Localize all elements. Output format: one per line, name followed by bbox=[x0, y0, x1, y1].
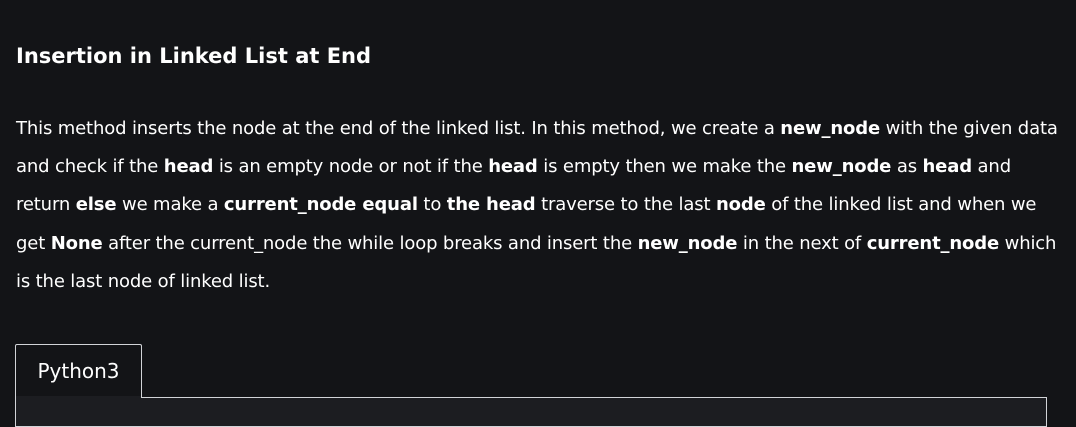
bold-term: head bbox=[488, 156, 538, 178]
bold-term: else bbox=[75, 194, 117, 216]
bold-term: head bbox=[163, 156, 214, 178]
text-run: traverse to the last bbox=[535, 194, 716, 216]
bold-term: node bbox=[715, 194, 766, 216]
bold-term: new_node bbox=[780, 118, 881, 139]
text-run: after the current_node the while loop br… bbox=[102, 232, 638, 254]
bold-term: current_node equal bbox=[223, 194, 418, 216]
bold-term: new_node bbox=[637, 232, 738, 254]
text-run: in the next of bbox=[737, 232, 867, 254]
tab-python3[interactable]: Python3 bbox=[15, 344, 142, 397]
code-block bbox=[15, 397, 1047, 427]
bold-term: current_node bbox=[866, 232, 1000, 254]
text-run: is empty then we make the bbox=[537, 156, 792, 178]
bold-term: head bbox=[922, 156, 973, 178]
text-run: as bbox=[891, 156, 923, 178]
text-run: to bbox=[417, 194, 447, 216]
active-tab-joint bbox=[16, 396, 141, 399]
text-run: we make a bbox=[116, 194, 224, 216]
text-run: This method inserts the node at the end … bbox=[16, 118, 781, 139]
bold-term: new_node bbox=[791, 156, 892, 178]
bold-term: None bbox=[50, 232, 103, 254]
section-title: Insertion in Linked List at End bbox=[16, 44, 372, 68]
text-run: is an empty node or not if the bbox=[213, 156, 489, 178]
description-paragraph: This method inserts the node at the end … bbox=[16, 110, 1060, 301]
bold-term: the head bbox=[446, 194, 536, 216]
